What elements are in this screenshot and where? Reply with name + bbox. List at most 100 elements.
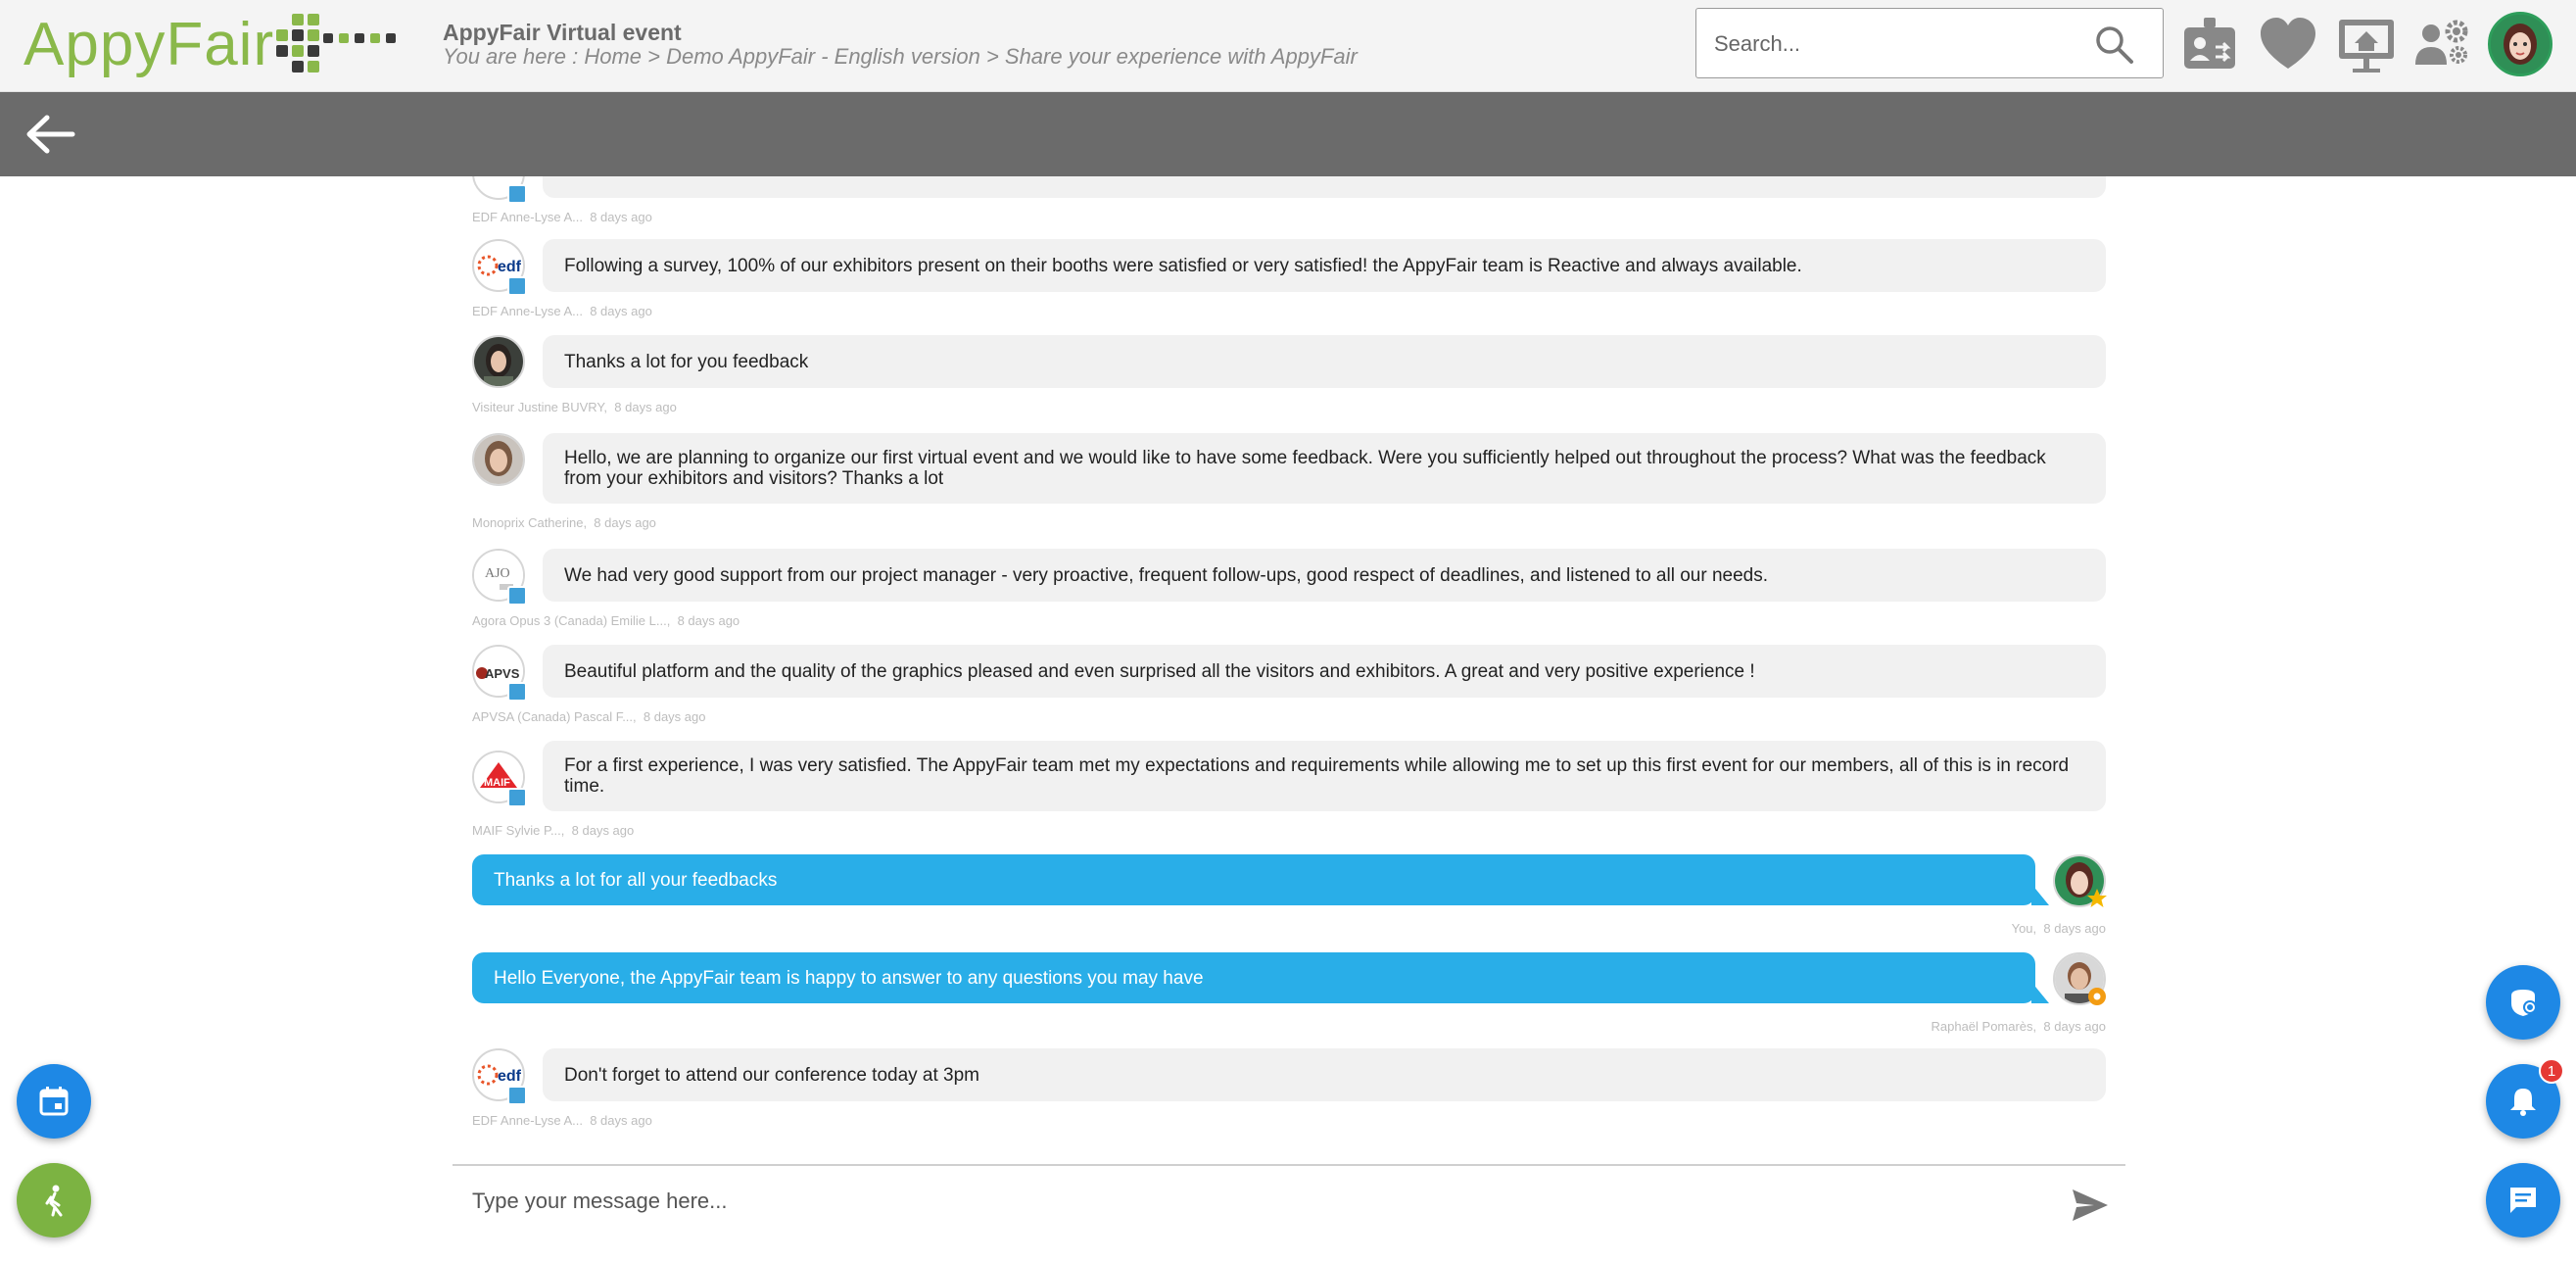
message-bubble-mine: Thanks a lot for all your feedbacks bbox=[472, 854, 2035, 905]
top-bar: AppyFair AppyFair Virtual event You are … bbox=[0, 0, 2576, 92]
message-bubble-mine: Hello Everyone, the AppyFair team is hap… bbox=[472, 952, 2035, 1003]
message-time: 8 days ago bbox=[643, 709, 706, 724]
message-bubble: Hello, we are planning to organize our f… bbox=[543, 433, 2106, 504]
user-photo-image bbox=[474, 435, 523, 484]
message-author: EDF Anne-Lyse A... bbox=[472, 210, 583, 224]
message-meta: EDF Anne-Lyse A... 8 days ago bbox=[472, 1113, 652, 1128]
message-author: APVSA (Canada) Pascal F..., bbox=[472, 709, 637, 724]
exhibitor-badge-icon bbox=[507, 682, 527, 702]
exhibitor-badge-icon bbox=[507, 586, 527, 606]
message-meta: Agora Opus 3 (Canada) Emilie L..., 8 day… bbox=[472, 613, 739, 628]
chat-button[interactable] bbox=[2486, 1163, 2560, 1238]
edf-logo-text: edf bbox=[498, 259, 522, 275]
exhibitor-badge-icon bbox=[507, 184, 527, 204]
navigation-bar bbox=[0, 92, 2576, 176]
message-row-mine: Thanks a lot for all your feedbacks You,… bbox=[472, 854, 2107, 943]
gear-badge-icon bbox=[2088, 988, 2106, 1005]
notifications-button[interactable]: 1 bbox=[2486, 1058, 2564, 1139]
message-meta: APVSA (Canada) Pascal F..., 8 days ago bbox=[472, 709, 705, 724]
bell-icon bbox=[2510, 1089, 2536, 1116]
agenda-button[interactable] bbox=[17, 1064, 91, 1139]
accessibility-button[interactable] bbox=[17, 1163, 91, 1238]
breadcrumb[interactable]: You are here : Home > Demo AppyFair - En… bbox=[443, 44, 1358, 70]
appyfair-logo[interactable]: AppyFair bbox=[24, 10, 274, 78]
message-row: edf Don't forget to attend our conferenc… bbox=[472, 1048, 2106, 1131]
message-author: Visiteur Justine BUVRY, bbox=[472, 400, 608, 414]
star-icon bbox=[2087, 889, 2107, 907]
message-row: APVS Beautiful platform and the quality … bbox=[472, 645, 2106, 727]
message-author: Raphaël Pomarès, bbox=[1931, 1019, 2037, 1034]
message-row: MAIF For a first experience, I was very … bbox=[472, 741, 2106, 843]
message-meta: You, 8 days ago bbox=[2012, 921, 2106, 936]
message-bubble: Thanks a lot for you feedback bbox=[543, 335, 2106, 388]
support-button[interactable] bbox=[2486, 965, 2560, 1040]
maif-logo-text: MAIF bbox=[484, 777, 510, 789]
message-bubble: For a first experience, I was very satis… bbox=[543, 741, 2106, 811]
logo-dots-icon bbox=[276, 14, 396, 73]
user-photo-image bbox=[474, 337, 523, 386]
event-title: AppyFair Virtual event bbox=[443, 20, 682, 45]
message-bubble: Don't forget to attend our conference to… bbox=[543, 1048, 2106, 1101]
exhibitors-settings-icon[interactable] bbox=[2411, 14, 2474, 76]
stand-icon[interactable] bbox=[2335, 14, 2398, 76]
user-avatar-image bbox=[2491, 15, 2550, 73]
exhibitor-badge-icon bbox=[507, 788, 527, 807]
search-input[interactable] bbox=[1714, 28, 2086, 60]
chat-icon bbox=[2510, 1188, 2536, 1213]
walking-person-icon bbox=[45, 1185, 63, 1217]
message-author: EDF Anne-Lyse A... bbox=[472, 304, 583, 318]
message-row: AJO We had very good support from our pr… bbox=[472, 549, 2106, 631]
message-composer bbox=[453, 1164, 2125, 1235]
logo-text: AppyFair bbox=[24, 10, 275, 78]
message-bubble: We had very good support from our projec… bbox=[543, 549, 2106, 602]
message-meta: Visiteur Justine BUVRY, 8 days ago bbox=[472, 400, 677, 414]
message-row-mine: Hello Everyone, the AppyFair team is hap… bbox=[472, 952, 2106, 1041]
user-avatar[interactable] bbox=[2488, 12, 2552, 76]
message-row: Thanks a lot for you feedback Visiteur J… bbox=[472, 335, 2106, 417]
message-bubble bbox=[543, 176, 2106, 198]
visitor-avatar[interactable] bbox=[472, 335, 525, 388]
message-meta: EDF Anne-Lyse A... 8 days ago bbox=[472, 304, 652, 318]
message-input[interactable] bbox=[472, 1184, 1941, 1219]
message-author: MAIF Sylvie P..., bbox=[472, 823, 565, 838]
exhibitor-badge-icon bbox=[507, 276, 527, 296]
message-time: 8 days ago bbox=[677, 613, 740, 628]
message-author: EDF Anne-Lyse A... bbox=[472, 1113, 583, 1128]
calendar-icon bbox=[39, 1087, 69, 1116]
message-time: 8 days ago bbox=[590, 304, 652, 318]
message-row: Hello, we are planning to organize our f… bbox=[472, 433, 2106, 535]
badge-icon[interactable] bbox=[2178, 14, 2241, 76]
message-meta: MAIF Sylvie P..., 8 days ago bbox=[472, 823, 634, 838]
visitor-avatar[interactable] bbox=[472, 433, 525, 486]
bubble-tail-icon bbox=[2031, 884, 2049, 905]
support-icon bbox=[2511, 990, 2537, 1016]
send-icon[interactable] bbox=[2071, 1188, 2110, 1223]
search-icon[interactable] bbox=[2092, 23, 2135, 66]
message-bubble: Beautiful platform and the quality of th… bbox=[543, 645, 2106, 698]
back-arrow-icon[interactable] bbox=[24, 110, 78, 159]
message-author: Monoprix Catherine, bbox=[472, 515, 588, 530]
message-meta: EDF Anne-Lyse A... 8 days ago bbox=[472, 210, 652, 224]
ajo-logo-text: AJO bbox=[485, 566, 510, 581]
message-row: edf Following a survey, 100% of our exhi… bbox=[472, 239, 2106, 321]
exhibitor-badge-icon bbox=[507, 1086, 527, 1105]
chat-thread[interactable]: EDF Anne-Lyse A... 8 days ago edf Follow… bbox=[0, 176, 2576, 1156]
message-time: 8 days ago bbox=[590, 1113, 652, 1128]
message-meta: Raphaël Pomarès, 8 days ago bbox=[1931, 1019, 2106, 1034]
message-row: EDF Anne-Lyse A... 8 days ago bbox=[472, 176, 2106, 225]
edf-logo-text: edf bbox=[498, 1068, 522, 1085]
heart-icon[interactable] bbox=[2257, 14, 2319, 76]
message-meta: Monoprix Catherine, 8 days ago bbox=[472, 515, 656, 530]
message-time: 8 days ago bbox=[2043, 1019, 2106, 1034]
message-time: 8 days ago bbox=[590, 210, 652, 224]
notification-count-badge: 1 bbox=[2539, 1058, 2564, 1084]
message-time: 8 days ago bbox=[571, 823, 635, 838]
apvs-logo-text: APVS bbox=[485, 666, 520, 681]
bubble-tail-icon bbox=[2031, 982, 2049, 1003]
message-time: 8 days ago bbox=[614, 400, 677, 414]
message-time: 8 days ago bbox=[594, 515, 656, 530]
message-bubble: Following a survey, 100% of our exhibito… bbox=[543, 239, 2106, 292]
message-author: Agora Opus 3 (Canada) Emilie L..., bbox=[472, 613, 671, 628]
search-box[interactable] bbox=[1695, 8, 2164, 78]
message-author: You, bbox=[2011, 921, 2037, 936]
